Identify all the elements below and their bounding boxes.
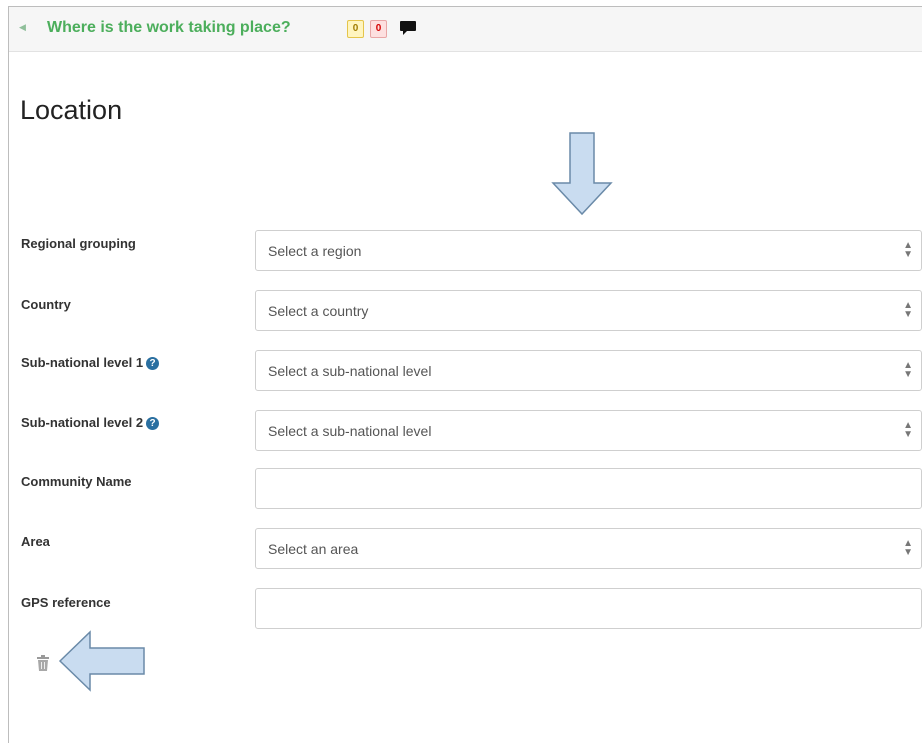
down-arrow-icon <box>551 132 613 216</box>
comment-icon[interactable] <box>399 20 417 36</box>
page-title: Location <box>20 95 123 125</box>
subnational-level-2-label: Sub-national level 2? <box>21 415 160 430</box>
area-placeholder: Select an area <box>268 541 359 557</box>
country-placeholder: Select a country <box>268 303 369 319</box>
gps-reference-label: GPS reference <box>21 595 111 610</box>
question-circle-icon[interactable]: ? <box>146 417 160 430</box>
warning-count-badge: 0 <box>347 20 364 38</box>
select-caret-icon: ▲ ▼ <box>903 538 913 558</box>
country-label: Country <box>21 297 71 312</box>
select-caret-icon: ▲ ▼ <box>903 240 913 260</box>
section-title[interactable]: Where is the work taking place? <box>47 19 291 37</box>
select-caret-icon: ▲ ▼ <box>903 360 913 380</box>
subnational-level-2-label-text: Sub-national level 2 <box>21 415 144 430</box>
select-caret-icon: ▲ ▼ <box>903 300 913 320</box>
subnational-level-1-label-text: Sub-national level 1 <box>21 355 144 370</box>
error-count-badge: 0 <box>370 20 387 38</box>
regional-grouping-placeholder: Select a region <box>268 243 362 259</box>
question-circle-icon[interactable]: ? <box>146 357 160 370</box>
subnational-level-2-placeholder: Select a sub-national level <box>268 423 432 439</box>
subnational-level-1-select[interactable]: Select a sub-national level ▲ ▼ <box>255 350 922 391</box>
community-name-input[interactable] <box>255 468 922 509</box>
gps-reference-input[interactable] <box>255 588 922 629</box>
trash-icon[interactable] <box>36 655 50 671</box>
caret-left-icon[interactable]: ◀ <box>19 22 26 33</box>
regional-grouping-label: Regional grouping <box>21 236 136 251</box>
regional-grouping-select[interactable]: Select a region ▲ ▼ <box>255 230 922 271</box>
section-header[interactable]: ◀ Where is the work taking place? 0 0 <box>9 7 922 52</box>
left-arrow-icon <box>58 630 145 692</box>
subnational-level-1-placeholder: Select a sub-national level <box>268 363 432 379</box>
area-label: Area <box>21 534 50 549</box>
subnational-level-2-select[interactable]: Select a sub-national level ▲ ▼ <box>255 410 922 451</box>
select-caret-icon: ▲ ▼ <box>903 420 913 440</box>
subnational-level-1-label: Sub-national level 1? <box>21 355 160 370</box>
area-select[interactable]: Select an area ▲ ▼ <box>255 528 922 569</box>
country-select[interactable]: Select a country ▲ ▼ <box>255 290 922 331</box>
community-name-label: Community Name <box>21 474 132 489</box>
